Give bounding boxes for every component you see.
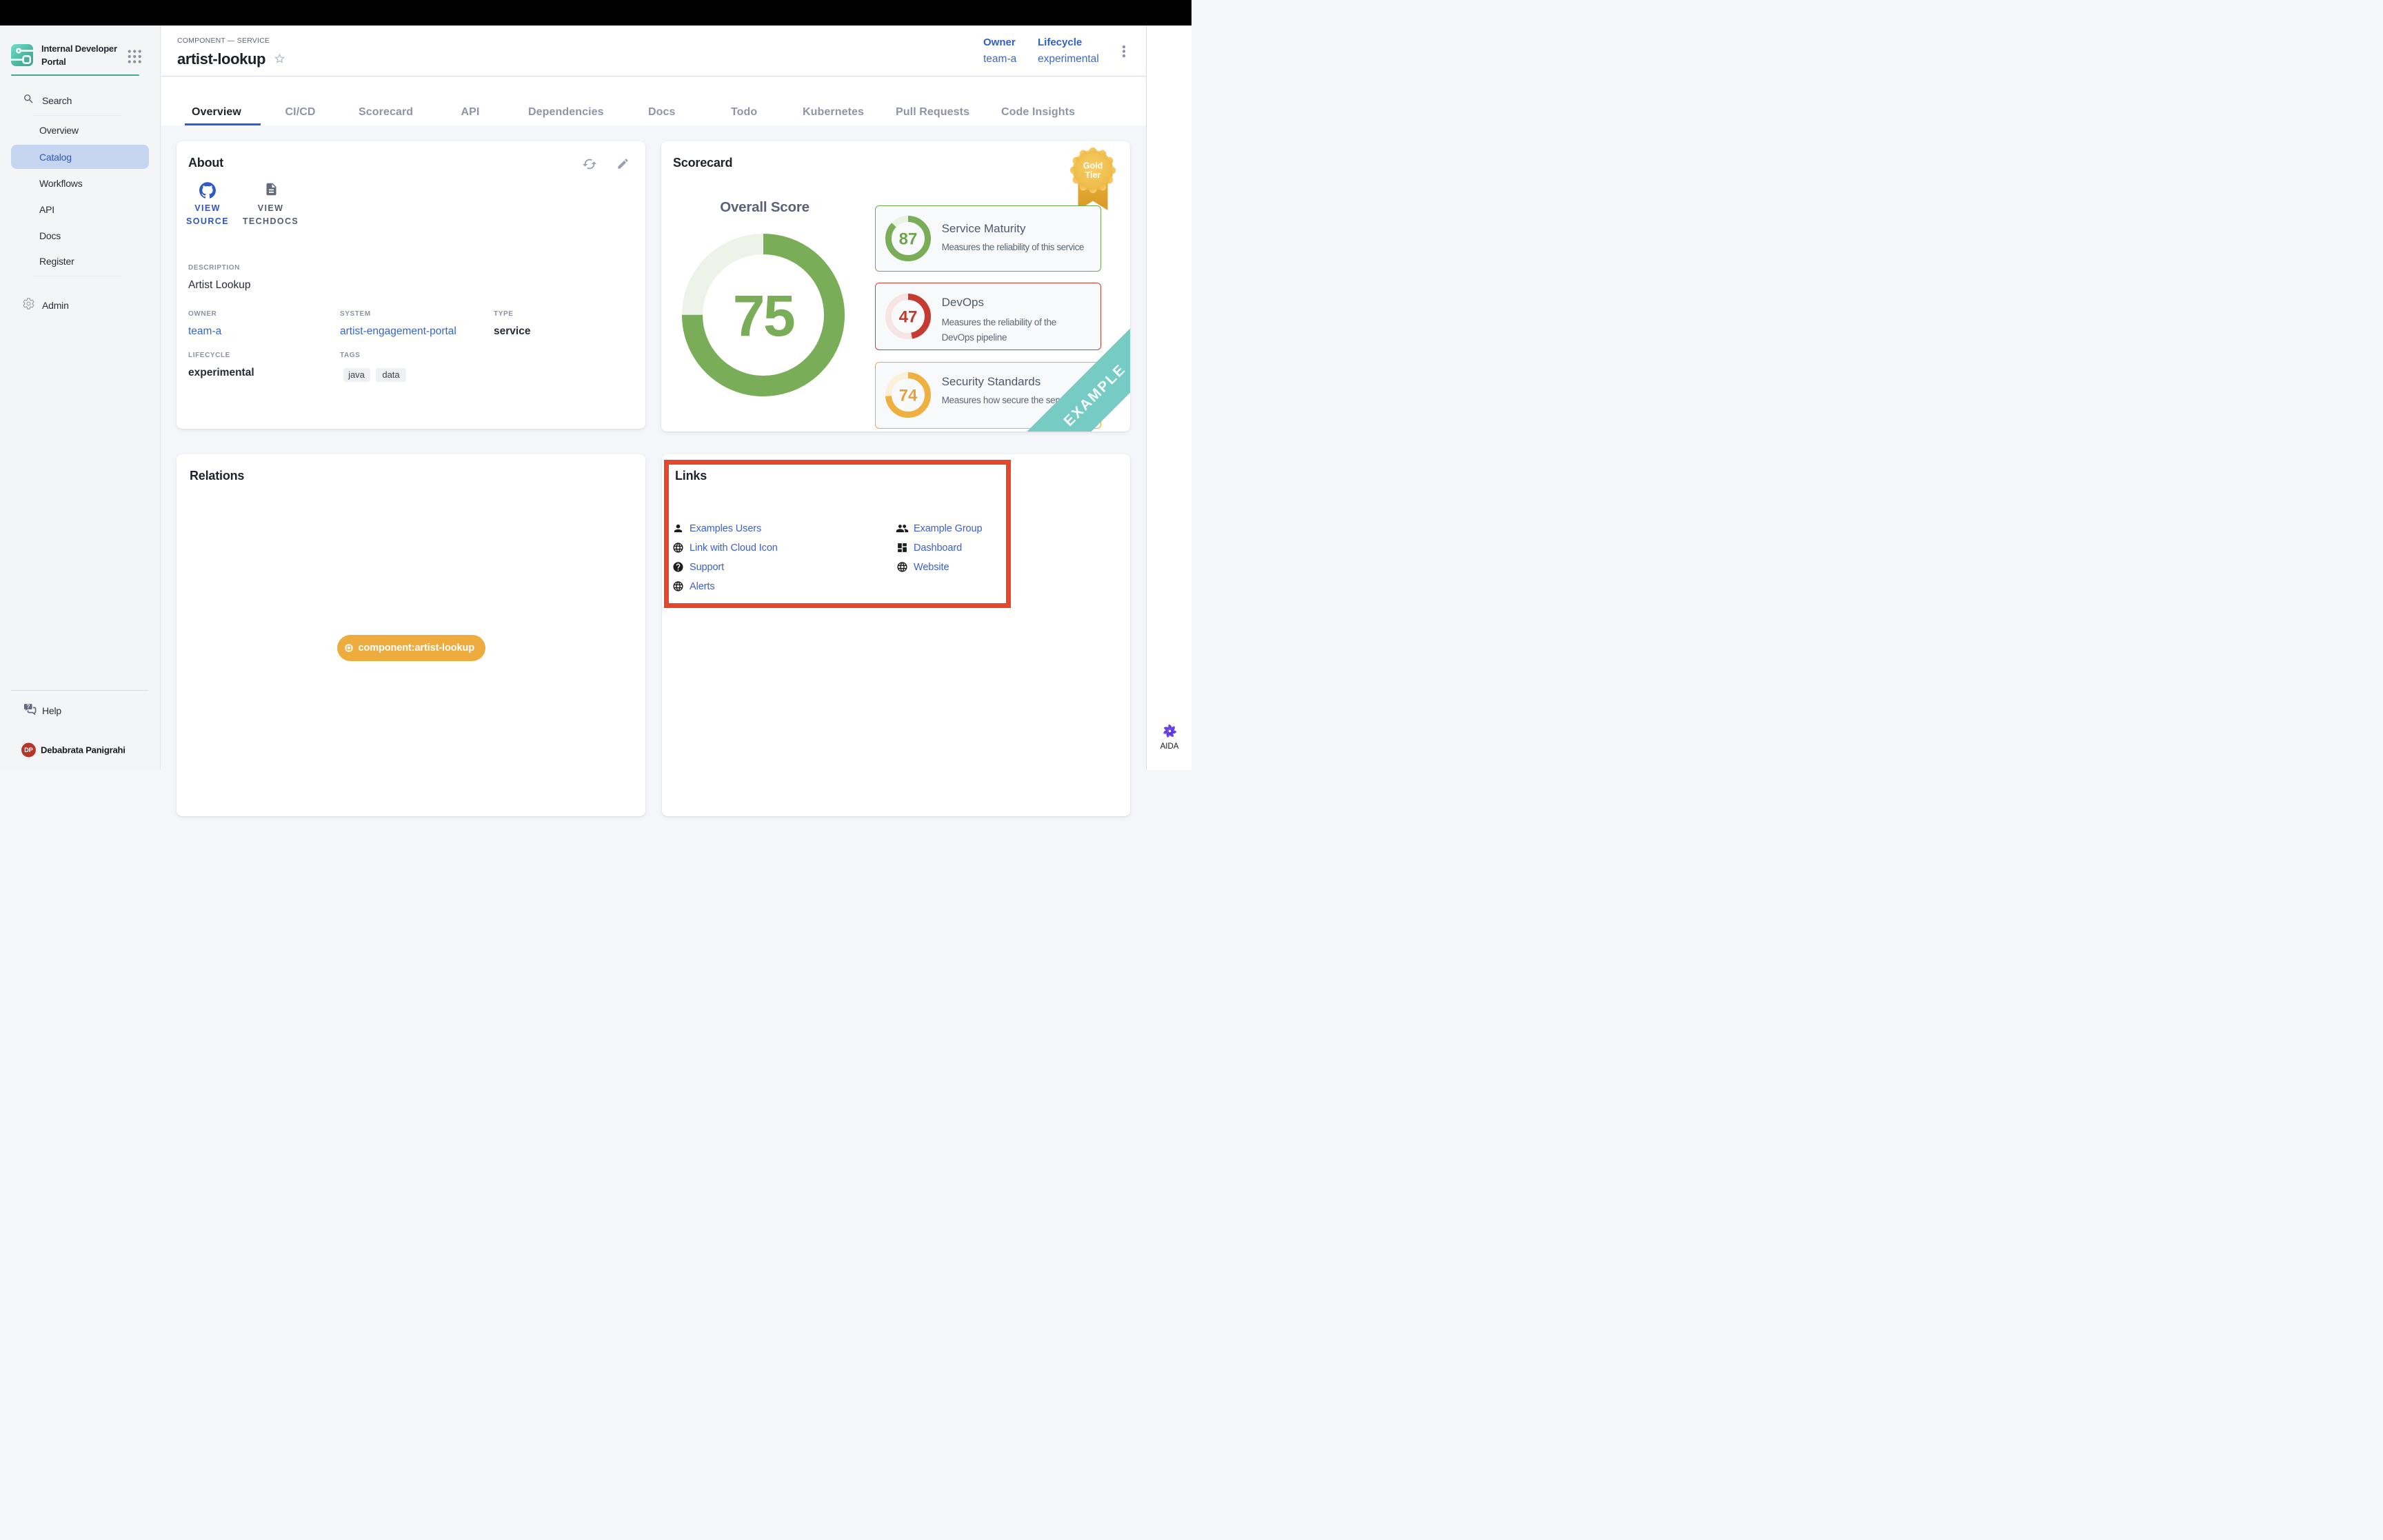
svg-text:47: 47 bbox=[899, 308, 918, 327]
svg-text:Gold: Gold bbox=[1083, 161, 1103, 171]
svg-text:?: ? bbox=[26, 703, 30, 710]
svg-text:87: 87 bbox=[899, 230, 918, 249]
svg-text:74: 74 bbox=[899, 386, 918, 405]
svg-text:Tier: Tier bbox=[1085, 170, 1101, 180]
svg-text:75: 75 bbox=[733, 283, 794, 348]
